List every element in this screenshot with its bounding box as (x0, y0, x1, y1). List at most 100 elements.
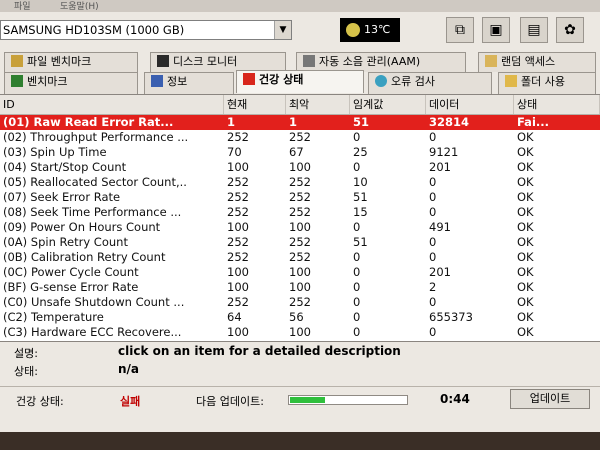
cell-data: 0 (429, 130, 437, 144)
col-header-data[interactable]: 데이터 (426, 95, 514, 114)
status-bar: 건강 상태: 실패 다음 업데이트: 0:44 업데이트 (0, 386, 600, 413)
table-row[interactable]: (C3) Hardware ECC Recovere... 100 100 0 0 OK (0, 325, 600, 340)
cell-current: 64 (227, 310, 242, 324)
cell-id: (BF) G-sense Error Rate (3, 280, 139, 294)
cell-status: OK (517, 175, 534, 189)
update-button[interactable]: 업데이트 (510, 389, 590, 409)
cell-threshold: 0 (353, 295, 361, 309)
copy-button[interactable]: ⧉ (446, 17, 474, 43)
cell-threshold: 51 (353, 190, 368, 204)
cell-data: 0 (429, 190, 437, 204)
options-button[interactable]: ✿ (556, 17, 584, 43)
progress-fill (290, 397, 325, 403)
update-countdown: 0:44 (440, 392, 470, 406)
col-header-threshold[interactable]: 임계값 (350, 95, 426, 114)
chevron-down-icon[interactable]: ▼ (274, 21, 291, 39)
table-row[interactable]: (08) Seek Time Performance ... 252 252 15 0 O… (0, 205, 600, 220)
tab-file-benchmark[interactable]: 파일 벤치마크 (4, 52, 138, 72)
save-button[interactable]: ▤ (520, 17, 548, 43)
magnifier-icon (375, 75, 387, 87)
menu-item-help[interactable]: 도움말(H) (60, 0, 99, 12)
table-row[interactable]: (04) Start/Stop Count 100 100 0 201 OK (0, 160, 600, 175)
cell-current: 100 (227, 220, 249, 234)
update-progress-bar (288, 395, 408, 405)
temperature-display: 13℃ (340, 18, 400, 42)
cell-worst: 100 (289, 265, 311, 279)
col-header-status[interactable]: 상태 (514, 95, 600, 114)
cell-status: OK (517, 190, 534, 204)
cell-worst: 100 (289, 220, 311, 234)
cell-status: OK (517, 310, 534, 324)
tab-error-scan[interactable]: 오류 검사 (368, 72, 492, 94)
table-row[interactable]: (03) Spin Up Time 70 67 25 9121 OK (0, 145, 600, 160)
tab-health[interactable]: 건강 상태 (236, 70, 364, 93)
table-row[interactable]: (09) Power On Hours Count 100 100 0 491 OK (0, 220, 600, 235)
cell-status: OK (517, 220, 534, 234)
info-icon (151, 75, 163, 87)
tab-benchmark[interactable]: 벤치마크 (4, 72, 138, 94)
col-header-id[interactable]: ID (0, 95, 224, 114)
drive-select[interactable]: SAMSUNG HD103SM (1000 GB) ▼ (0, 20, 292, 40)
cell-data: 0 (429, 205, 437, 219)
cell-status: OK (517, 130, 534, 144)
tab-random-access[interactable]: 랜덤 액세스 (478, 52, 596, 72)
cell-worst: 100 (289, 325, 311, 339)
cell-threshold: 0 (353, 160, 361, 174)
cell-current: 100 (227, 325, 249, 339)
screenshot-button[interactable]: ▣ (482, 17, 510, 43)
main-window: SAMSUNG HD103SM (1000 GB) ▼ 13℃ ⧉ ▣ ▤ ✿ … (0, 12, 600, 432)
cell-id: (04) Start/Stop Count (3, 160, 127, 174)
tab-disk-monitor[interactable]: 디스크 모니터 (150, 52, 286, 72)
tab-aam[interactable]: 자동 소음 관리(AAM) (296, 52, 466, 72)
random-access-icon (485, 55, 497, 67)
cell-worst: 67 (289, 145, 304, 159)
cell-data: 491 (429, 220, 451, 234)
cell-data: 0 (429, 295, 437, 309)
tab-folder-usage[interactable]: 폴더 사용 (498, 72, 596, 94)
desk-background (0, 432, 600, 450)
table-row[interactable]: (02) Throughput Performance ... 252 252 0 0 O… (0, 130, 600, 145)
col-header-current[interactable]: 현재 (224, 95, 286, 114)
cell-threshold: 51 (353, 115, 370, 129)
health-status-value: 실패 (120, 395, 141, 408)
table-row[interactable]: (05) Reallocated Sector Count,.. 252 252 10… (0, 175, 600, 190)
tab-row-lower: 벤치마크 정보 건강 상태 오류 검사 폴더 사용 (0, 70, 600, 94)
drive-toolbar: SAMSUNG HD103SM (1000 GB) ▼ 13℃ ⧉ ▣ ▤ ✿ (0, 14, 600, 50)
cell-id: (C2) Temperature (3, 310, 104, 324)
description-text: click on an item for a detailed descript… (118, 344, 401, 358)
table-row[interactable]: (0A) Spin Retry Count 252 252 51 0 OK (0, 235, 600, 250)
cell-current: 100 (227, 160, 249, 174)
status-text: n/a (118, 362, 140, 376)
table-row[interactable]: (07) Seek Error Rate 252 252 51 0 OK (0, 190, 600, 205)
cell-id: (01) Raw Read Error Rat... (3, 115, 174, 129)
cell-status: OK (517, 265, 534, 279)
table-row[interactable]: (0B) Calibration Retry Count 252 252 0 0 OK (0, 250, 600, 265)
table-row[interactable]: (C2) Temperature 64 56 0 655373 OK (0, 310, 600, 325)
tab-label: 자동 소음 관리(AAM) (319, 55, 421, 68)
cell-id: (0A) Spin Retry Count (3, 235, 128, 249)
benchmark-file-icon (11, 55, 23, 67)
speaker-icon (303, 55, 315, 67)
menu-item-file[interactable]: 파일 (14, 0, 31, 12)
table-row[interactable]: (01) Raw Read Error Rat... 1 1 51 32814 Fai..… (0, 115, 600, 130)
col-header-worst[interactable]: 최악 (286, 95, 350, 114)
cell-status: OK (517, 250, 534, 264)
cell-id: (0B) Calibration Retry Count (3, 250, 166, 264)
benchmark-icon (11, 75, 23, 87)
smart-attributes-table[interactable]: ID 현재 최악 임계값 데이터 상태 (01) Raw Read Error … (0, 94, 600, 342)
cell-threshold: 25 (353, 145, 368, 159)
table-row[interactable]: (BF) G-sense Error Rate 100 100 0 2 OK (0, 280, 600, 295)
cell-data: 655373 (429, 310, 473, 324)
cell-threshold: 0 (353, 325, 361, 339)
cell-worst: 100 (289, 160, 311, 174)
tab-info[interactable]: 정보 (144, 72, 234, 94)
cell-current: 100 (227, 280, 249, 294)
cell-id: (03) Spin Up Time (3, 145, 107, 159)
cell-worst: 252 (289, 235, 311, 249)
cell-worst: 252 (289, 295, 311, 309)
cell-worst: 252 (289, 250, 311, 264)
disk-monitor-icon (157, 55, 169, 67)
folder-icon (505, 75, 517, 87)
table-row[interactable]: (C0) Unsafe Shutdown Count ... 252 252 0 0 OK (0, 295, 600, 310)
table-row[interactable]: (0C) Power Cycle Count 100 100 0 201 OK (0, 265, 600, 280)
